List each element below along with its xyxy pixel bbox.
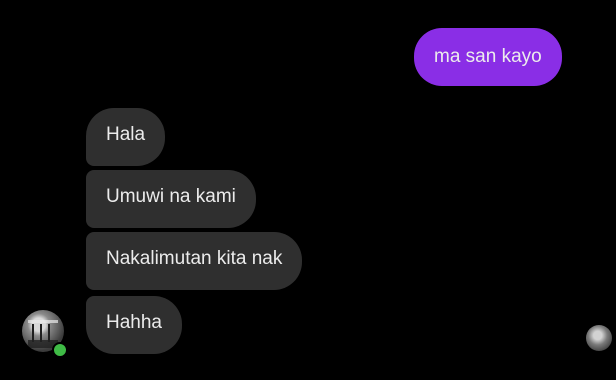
- received-message-bubble[interactable]: Hala: [86, 108, 166, 166]
- message-text: Hala: [106, 124, 146, 145]
- seen-avatar-icon: [586, 325, 612, 351]
- message-text: ma san kayo: [434, 46, 542, 67]
- online-dot-icon: [52, 342, 68, 358]
- message-text: Hahha: [106, 312, 162, 333]
- sent-message-bubble[interactable]: ma san kayo: [414, 28, 562, 86]
- message-text: Nakalimutan kita nak: [106, 248, 283, 269]
- received-message-bubble[interactable]: Umuwi na kami: [86, 170, 256, 228]
- message-text: Umuwi na kami: [106, 186, 236, 207]
- received-message-bubble[interactable]: Nakalimutan kita nak: [86, 232, 303, 290]
- received-message-bubble[interactable]: Hahha: [86, 296, 182, 354]
